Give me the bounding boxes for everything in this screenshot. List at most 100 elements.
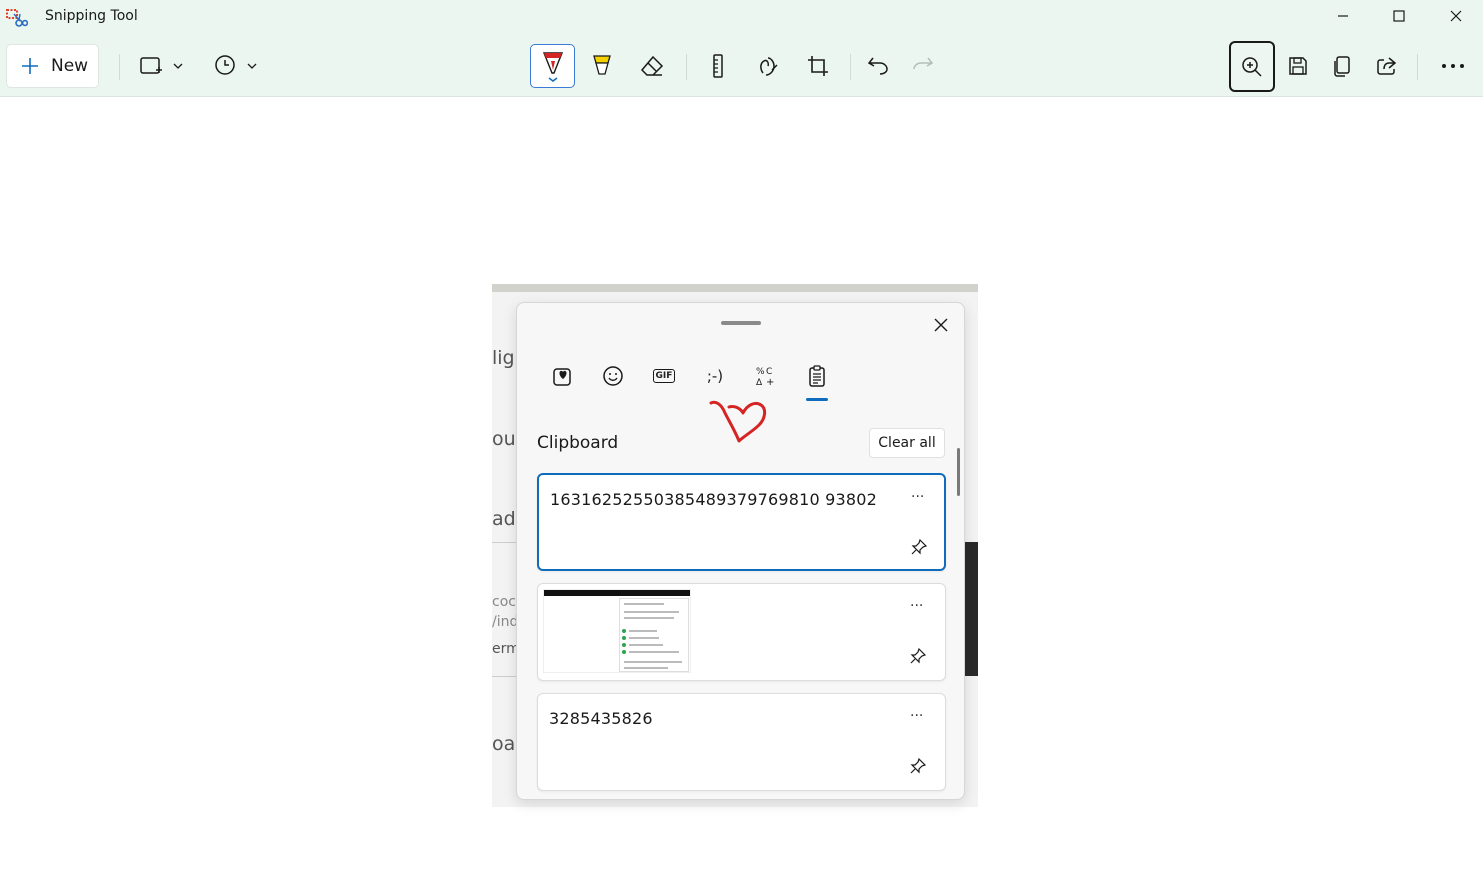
maximize-button[interactable] (1376, 0, 1422, 32)
item-more-button[interactable]: ··· (910, 598, 923, 614)
app-title: Snipping Tool (45, 8, 138, 24)
crop-icon (808, 56, 828, 76)
drag-handle[interactable] (721, 321, 761, 325)
thumb-line (629, 630, 657, 632)
ballpoint-pen-icon (542, 52, 563, 82)
thumb-line (629, 651, 679, 653)
clipboard-item[interactable]: 3285435826 ··· (537, 693, 946, 791)
close-icon (934, 318, 948, 332)
maximize-icon (1393, 10, 1405, 22)
snip-text-fragment: /ind (492, 614, 519, 630)
item-more-button[interactable]: ··· (910, 708, 923, 724)
redo-icon (913, 57, 934, 70)
highlighter-button[interactable] (584, 44, 620, 88)
save-button[interactable] (1280, 44, 1316, 88)
clipboard-panel: GIF ;-) % C Δ + Clipboard Clear all 1631… (516, 302, 965, 800)
clipboard-item-text: 3285435826 (549, 709, 653, 728)
thumb-line (624, 661, 682, 663)
gif-icon: GIF (652, 369, 676, 383)
pin-button[interactable] (911, 538, 928, 559)
thumb-line (624, 611, 679, 613)
minimize-icon (1338, 15, 1348, 17)
delay-dropdown[interactable] (210, 44, 262, 88)
app-chrome: Snipping Tool New (0, 0, 1483, 97)
rectangle-snip-icon (140, 57, 183, 74)
redo-button[interactable] (905, 44, 941, 88)
pin-button[interactable] (910, 757, 927, 778)
touch-writing-button[interactable] (750, 44, 786, 88)
svg-text:+: + (766, 377, 774, 387)
highlighter-icon (593, 55, 611, 75)
svg-text:Δ: Δ (756, 378, 763, 387)
clock-icon (215, 55, 257, 75)
thumb-line (629, 637, 659, 639)
copy-icon (1334, 56, 1350, 77)
symbols-icon: % C Δ + (756, 367, 774, 387)
active-tab-indicator (806, 398, 828, 401)
more-icon (1442, 64, 1464, 68)
item-more-button[interactable]: ··· (911, 489, 924, 505)
tab-gif[interactable]: GIF (648, 361, 680, 391)
kaomoji-icon: ;-) (706, 367, 724, 385)
heart-pen-annotation (709, 400, 767, 443)
thumb-line (629, 644, 663, 646)
thumb-dot (622, 629, 626, 633)
emoji-icon (603, 366, 623, 386)
thumb-line (624, 667, 668, 669)
crop-button[interactable] (800, 44, 836, 88)
thumb-content (619, 598, 689, 672)
pin-icon (911, 538, 928, 555)
ballpoint-pen-button[interactable] (530, 44, 575, 88)
clipboard-item-text: 16316252550385489379769810 93802 (550, 490, 878, 509)
clipboard-item[interactable]: ··· (537, 583, 946, 681)
touch-writing-icon (760, 57, 778, 76)
copy-button[interactable] (1324, 44, 1360, 88)
scrollbar-thumb[interactable] (957, 448, 960, 496)
snip-mode-dropdown[interactable] (134, 44, 186, 88)
thumb-line (624, 617, 674, 619)
pin-icon (910, 647, 927, 664)
new-label: New (51, 56, 89, 76)
toolbar-divider (686, 54, 687, 80)
tab-clipboard[interactable] (801, 361, 833, 391)
pin-button[interactable] (910, 647, 927, 668)
more-options-button[interactable] (1434, 44, 1472, 88)
snip-border (492, 284, 978, 292)
pin-icon (910, 757, 927, 774)
undo-button[interactable] (860, 44, 896, 88)
clipboard-item[interactable]: 16316252550385489379769810 93802 ··· (537, 473, 946, 571)
title-bar: Snipping Tool (0, 0, 1483, 34)
save-icon (1289, 57, 1307, 75)
tab-kaomoji[interactable]: ;-) (699, 361, 731, 391)
plus-icon (22, 58, 38, 74)
clear-all-button[interactable]: Clear all (869, 428, 945, 458)
new-snip-button[interactable]: New (6, 44, 99, 88)
clipboard-icon (809, 365, 825, 387)
thumb-line (624, 603, 664, 605)
clipboard-title: Clipboard (537, 433, 619, 453)
close-window-button[interactable] (1433, 0, 1479, 32)
eraser-button[interactable] (634, 44, 670, 88)
thumb-dot (622, 650, 626, 654)
svg-text:%: % (756, 367, 765, 377)
tab-favorites[interactable] (547, 361, 579, 391)
snipping-tool-app-icon (6, 8, 29, 28)
snip-dark-region (964, 542, 978, 676)
tab-emoji[interactable] (597, 361, 629, 391)
share-button[interactable] (1369, 44, 1405, 88)
zoom-button[interactable] (1229, 41, 1275, 92)
thumb-window-bar (544, 590, 690, 596)
panel-close-button[interactable] (927, 311, 955, 339)
snip-text-fragment: ad (492, 508, 516, 530)
thumb-dot (622, 636, 626, 640)
toolbar-divider (119, 54, 120, 80)
ruler-button[interactable] (700, 44, 736, 88)
screenshot-thumbnail (543, 589, 691, 673)
minimize-button[interactable] (1320, 0, 1366, 32)
favorites-icon (553, 368, 571, 386)
zoom-in-icon (1242, 56, 1262, 77)
share-icon (1377, 57, 1397, 75)
snip-text-fragment: ou (492, 428, 516, 450)
tab-symbols[interactable]: % C Δ + (750, 361, 782, 391)
toolbar: New (0, 40, 1483, 92)
